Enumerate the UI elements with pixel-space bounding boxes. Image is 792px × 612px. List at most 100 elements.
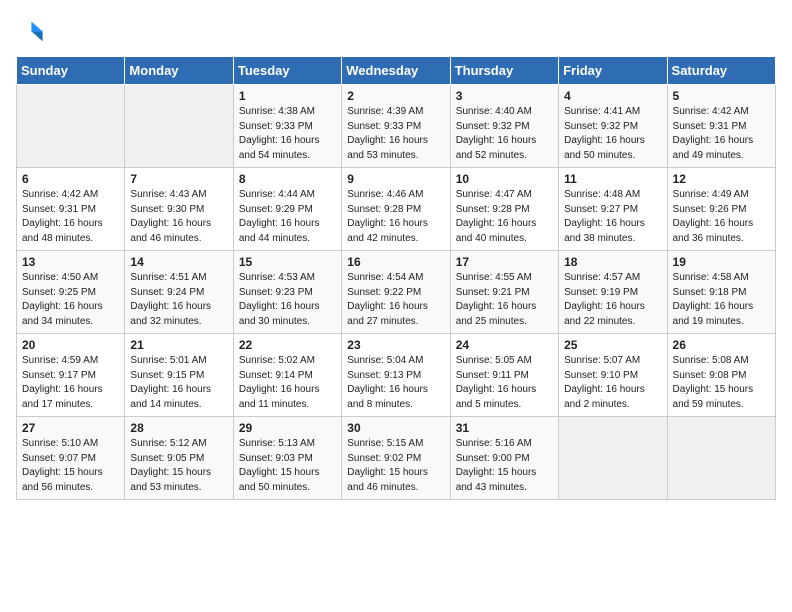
day-number: 10 [456, 172, 553, 186]
calendar-cell: 1Sunrise: 4:38 AM Sunset: 9:33 PM Daylig… [233, 85, 341, 168]
calendar-cell: 11Sunrise: 4:48 AM Sunset: 9:27 PM Dayli… [559, 168, 667, 251]
day-info: Sunrise: 4:41 AM Sunset: 9:32 PM Dayligh… [564, 105, 661, 163]
day-number: 18 [564, 255, 661, 269]
calendar-cell: 6 Sunrise: 4:42 AM Sunset: 9:31 PM Daylig… [17, 168, 125, 251]
calendar-header-row: SundayMondayTuesdayWednesdayThursdayFrid… [17, 57, 776, 85]
calendar-cell: 24Sunrise: 5:05 AM Sunset: 9:11 PM Dayli… [450, 334, 558, 417]
day-info: Sunrise: 5:10 AM Sunset: 9:07 PM Dayligh… [22, 437, 119, 495]
calendar-cell: 9 Sunrise: 4:46 AM Sunset: 9:28 PM Daylig… [342, 168, 450, 251]
calendar-cell: 26 Sunrise: 5:08 AM Sunset: 9:08 PM Dayli… [667, 334, 775, 417]
day-info: Sunrise: 4:58 AM Sunset: 9:18 PM Dayligh… [673, 271, 770, 329]
calendar-cell: 23Sunrise: 5:04 AM Sunset: 9:13 PM Dayli… [342, 334, 450, 417]
calendar-week-1: 1Sunrise: 4:38 AM Sunset: 9:33 PM Daylig… [17, 85, 776, 168]
day-number: 17 [456, 255, 553, 269]
calendar-cell: 28 Sunrise: 5:12 AM Sunset: 9:05 PM Dayli… [125, 417, 233, 500]
calendar-cell: 17 Sunrise: 4:55 AM Sunset: 9:21 PM Dayli… [450, 251, 558, 334]
day-number: 7 [130, 172, 227, 186]
day-info: Sunrise: 4:42 AM Sunset: 9:31 PM Dayligh… [673, 105, 770, 163]
calendar-cell [17, 85, 125, 168]
calendar-cell: 27 Sunrise: 5:10 AM Sunset: 9:07 PM Dayli… [17, 417, 125, 500]
day-info: Sunrise: 5:13 AM Sunset: 9:03 PM Dayligh… [239, 437, 336, 495]
calendar-cell: 29 Sunrise: 5:13 AM Sunset: 9:03 PM Dayli… [233, 417, 341, 500]
day-number: 20 [22, 338, 119, 352]
day-number: 6 [22, 172, 119, 186]
day-number: 31 [456, 421, 553, 435]
day-info: Sunrise: 4:44 AM Sunset: 9:29 PM Dayligh… [239, 188, 336, 246]
calendar-cell [559, 417, 667, 500]
day-number: 2 [347, 89, 444, 103]
day-number: 28 [130, 421, 227, 435]
day-info: Sunrise: 4:47 AM Sunset: 9:28 PM Dayligh… [456, 188, 553, 246]
day-number: 3 [456, 89, 553, 103]
day-info: Sunrise: 4:48 AM Sunset: 9:27 PM Dayligh… [564, 188, 661, 246]
day-info: Sunrise: 4:51 AM Sunset: 9:24 PM Dayligh… [130, 271, 227, 329]
day-info: Sunrise: 5:16 AM Sunset: 9:00 PM Dayligh… [456, 437, 553, 495]
day-header-tuesday: Tuesday [233, 57, 341, 85]
day-info: Sunrise: 4:59 AM Sunset: 9:17 PM Dayligh… [22, 354, 119, 412]
page-header [16, 16, 776, 44]
calendar-cell: 10 Sunrise: 4:47 AM Sunset: 9:28 PM Dayli… [450, 168, 558, 251]
day-info: Sunrise: 5:12 AM Sunset: 9:05 PM Dayligh… [130, 437, 227, 495]
calendar-cell: 20 Sunrise: 4:59 AM Sunset: 9:17 PM Dayli… [17, 334, 125, 417]
calendar-cell: 18 Sunrise: 4:57 AM Sunset: 9:19 PM Dayli… [559, 251, 667, 334]
day-info: Sunrise: 4:53 AM Sunset: 9:23 PM Dayligh… [239, 271, 336, 329]
day-number: 14 [130, 255, 227, 269]
calendar-table: SundayMondayTuesdayWednesdayThursdayFrid… [16, 56, 776, 500]
day-number: 16 [347, 255, 444, 269]
day-number: 24 [456, 338, 553, 352]
day-info: Sunrise: 4:54 AM Sunset: 9:22 PM Dayligh… [347, 271, 444, 329]
logo [16, 16, 48, 44]
day-info: Sunrise: 4:42 AM Sunset: 9:31 PM Dayligh… [22, 188, 119, 246]
calendar-week-4: 20 Sunrise: 4:59 AM Sunset: 9:17 PM Dayli… [17, 334, 776, 417]
calendar-cell: 12 Sunrise: 4:49 AM Sunset: 9:26 PM Dayli… [667, 168, 775, 251]
calendar-cell: 21 Sunrise: 5:01 AM Sunset: 9:15 PM Dayli… [125, 334, 233, 417]
calendar-cell: 25Sunrise: 5:07 AM Sunset: 9:10 PM Dayli… [559, 334, 667, 417]
day-number: 29 [239, 421, 336, 435]
calendar-cell: 22 Sunrise: 5:02 AM Sunset: 9:14 PM Dayli… [233, 334, 341, 417]
day-number: 4 [564, 89, 661, 103]
day-number: 27 [22, 421, 119, 435]
calendar-cell: 30 Sunrise: 5:15 AM Sunset: 9:02 PM Dayli… [342, 417, 450, 500]
day-number: 9 [347, 172, 444, 186]
day-header-thursday: Thursday [450, 57, 558, 85]
calendar-cell: 8Sunrise: 4:44 AM Sunset: 9:29 PM Daylig… [233, 168, 341, 251]
day-info: Sunrise: 4:49 AM Sunset: 9:26 PM Dayligh… [673, 188, 770, 246]
day-number: 12 [673, 172, 770, 186]
calendar-cell: 7Sunrise: 4:43 AM Sunset: 9:30 PM Daylig… [125, 168, 233, 251]
day-info: Sunrise: 4:50 AM Sunset: 9:25 PM Dayligh… [22, 271, 119, 329]
calendar-cell: 31 Sunrise: 5:16 AM Sunset: 9:00 PM Dayli… [450, 417, 558, 500]
day-number: 22 [239, 338, 336, 352]
day-info: Sunrise: 5:02 AM Sunset: 9:14 PM Dayligh… [239, 354, 336, 412]
calendar-cell: 13 Sunrise: 4:50 AM Sunset: 9:25 PM Dayli… [17, 251, 125, 334]
day-number: 15 [239, 255, 336, 269]
calendar-week-3: 13 Sunrise: 4:50 AM Sunset: 9:25 PM Dayli… [17, 251, 776, 334]
day-info: Sunrise: 4:40 AM Sunset: 9:32 PM Dayligh… [456, 105, 553, 163]
day-number: 5 [673, 89, 770, 103]
day-info: Sunrise: 4:46 AM Sunset: 9:28 PM Dayligh… [347, 188, 444, 246]
day-number: 21 [130, 338, 227, 352]
calendar-cell [667, 417, 775, 500]
day-number: 26 [673, 338, 770, 352]
calendar-cell: 15 Sunrise: 4:53 AM Sunset: 9:23 PM Dayli… [233, 251, 341, 334]
day-info: Sunrise: 5:15 AM Sunset: 9:02 PM Dayligh… [347, 437, 444, 495]
calendar-cell [125, 85, 233, 168]
day-number: 19 [673, 255, 770, 269]
day-info: Sunrise: 4:57 AM Sunset: 9:19 PM Dayligh… [564, 271, 661, 329]
day-header-monday: Monday [125, 57, 233, 85]
day-number: 25 [564, 338, 661, 352]
calendar-cell: 14 Sunrise: 4:51 AM Sunset: 9:24 PM Dayli… [125, 251, 233, 334]
day-info: Sunrise: 5:01 AM Sunset: 9:15 PM Dayligh… [130, 354, 227, 412]
calendar-cell: 4 Sunrise: 4:41 AM Sunset: 9:32 PM Daylig… [559, 85, 667, 168]
day-number: 13 [22, 255, 119, 269]
day-header-wednesday: Wednesday [342, 57, 450, 85]
day-number: 30 [347, 421, 444, 435]
calendar-week-2: 6 Sunrise: 4:42 AM Sunset: 9:31 PM Daylig… [17, 168, 776, 251]
day-info: Sunrise: 4:39 AM Sunset: 9:33 PM Dayligh… [347, 105, 444, 163]
calendar-cell: 19 Sunrise: 4:58 AM Sunset: 9:18 PM Dayli… [667, 251, 775, 334]
day-info: Sunrise: 5:08 AM Sunset: 9:08 PM Dayligh… [673, 354, 770, 412]
calendar-cell: 16 Sunrise: 4:54 AM Sunset: 9:22 PM Dayli… [342, 251, 450, 334]
day-info: Sunrise: 4:38 AM Sunset: 9:33 PM Dayligh… [239, 105, 336, 163]
day-info: Sunrise: 4:55 AM Sunset: 9:21 PM Dayligh… [456, 271, 553, 329]
day-info: Sunrise: 5:04 AM Sunset: 9:13 PM Dayligh… [347, 354, 444, 412]
calendar-cell: 3 Sunrise: 4:40 AM Sunset: 9:32 PM Daylig… [450, 85, 558, 168]
